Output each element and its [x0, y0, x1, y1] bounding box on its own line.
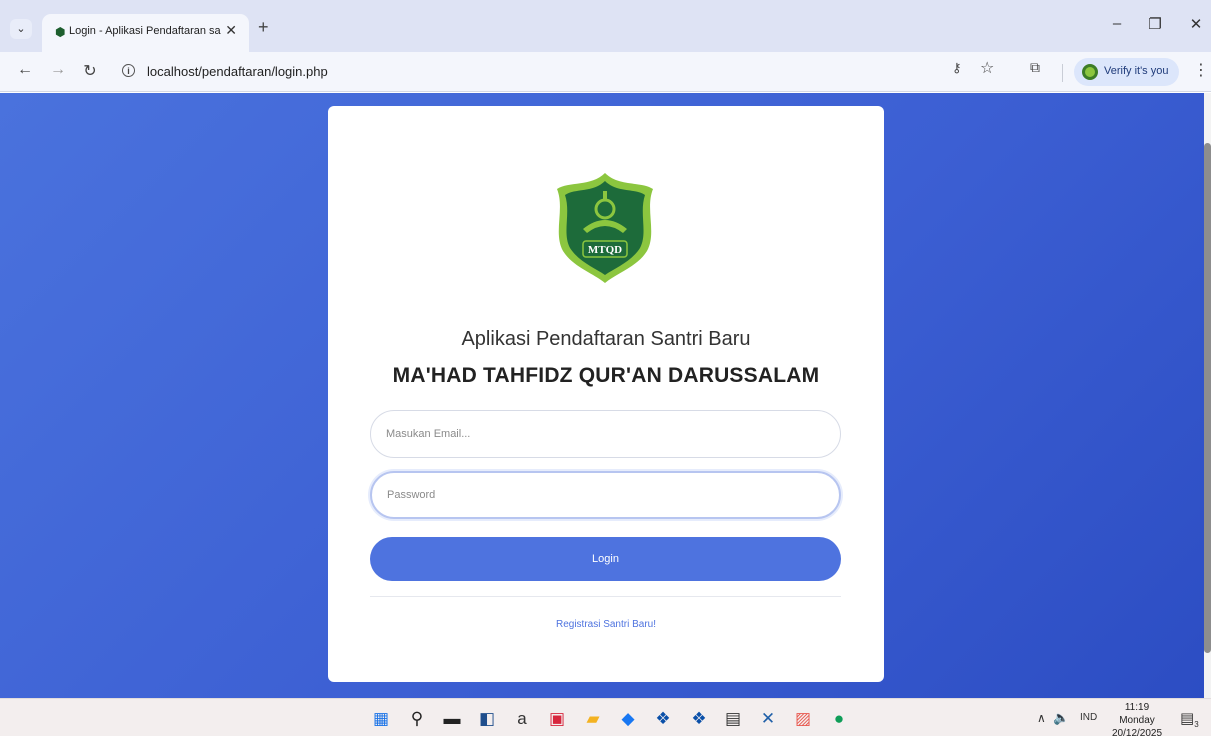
info-icon[interactable]: i: [122, 64, 135, 77]
password-field[interactable]: [370, 471, 841, 519]
dropbox-icon[interactable]: ❖: [652, 708, 674, 730]
url-text[interactable]: localhost/pendaftaran/login.php: [147, 64, 328, 79]
notification-icon[interactable]: ▤3: [1180, 709, 1199, 729]
star-icon[interactable]: ☆: [980, 58, 994, 78]
scrollbar-thumb[interactable]: [1204, 143, 1211, 653]
extensions-icon[interactable]: ⧉: [1030, 59, 1040, 76]
close-window-button[interactable]: ✕: [1186, 15, 1206, 33]
favicon-icon: ⬢: [55, 25, 66, 39]
divider: [370, 596, 841, 597]
browser-tab-bar: ⌄ ⬢ Login - Aplikasi Pendaftaran sa ✕ + …: [0, 0, 1211, 52]
reload-icon[interactable]: ↻: [80, 61, 100, 81]
new-tab-button[interactable]: +: [258, 17, 269, 38]
email-field[interactable]: [370, 410, 841, 458]
store-icon[interactable]: ◆: [617, 708, 639, 730]
browser-toolbar: ← → ↻ i localhost/pendaftaran/login.php …: [0, 52, 1211, 92]
chrome-icon[interactable]: ●: [828, 708, 850, 730]
speaker-icon[interactable]: 🔈: [1053, 710, 1069, 726]
briefcase-icon[interactable]: ▤: [722, 708, 744, 730]
key-icon[interactable]: ⚷: [952, 60, 962, 76]
logo-text: MTQD: [588, 244, 622, 256]
login-button[interactable]: Login: [370, 537, 841, 581]
amazon-icon[interactable]: a: [511, 708, 533, 730]
toolbar-divider: [1062, 64, 1063, 82]
wps-icon[interactable]: ▣: [546, 708, 568, 730]
login-card: MTQD Aplikasi Pendaftaran Santri Baru MA…: [328, 106, 884, 682]
calendar-app-icon[interactable]: ▨: [792, 708, 814, 730]
taskbar: ▦ ⚲ ▬ ◧ a ▣ ▰ ◆ ❖ ❖ ▤ ✕ ▨ ● ∧ 🔈 IND 11:1…: [0, 698, 1211, 736]
tray-expand-icon[interactable]: ∧: [1037, 711, 1046, 725]
verify-label: Verify it's you: [1104, 65, 1169, 77]
tab-menu-icon[interactable]: ⌄: [10, 19, 32, 39]
register-link[interactable]: Registrasi Santri Baru!: [328, 619, 884, 630]
language-indicator[interactable]: IND: [1080, 712, 1097, 723]
notification-count: 3: [1194, 720, 1199, 729]
forward-icon[interactable]: →: [48, 61, 68, 79]
profile-icon: [1082, 64, 1098, 80]
xampp-icon[interactable]: ✕: [757, 708, 779, 730]
clock-day: Monday: [1119, 715, 1155, 726]
widgets-icon[interactable]: ◧: [476, 708, 498, 730]
scrollbar[interactable]: [1204, 93, 1211, 698]
clock[interactable]: 11:19 Monday 20/12/2025: [1112, 701, 1162, 736]
menu-icon[interactable]: ⋮: [1193, 60, 1209, 80]
minimize-button[interactable]: –: [1107, 15, 1127, 32]
file-explorer-icon[interactable]: ▰: [582, 708, 604, 730]
tab-close-icon[interactable]: ✕: [225, 22, 237, 39]
browser-tab-active[interactable]: ⬢ Login - Aplikasi Pendaftaran sa ✕: [42, 14, 249, 52]
dropbox-icon-2[interactable]: ❖: [688, 708, 710, 730]
app-title: MA'HAD TAHFIDZ QUR'AN DARUSSALAM: [392, 364, 820, 387]
app-subtitle: Aplikasi Pendaftaran Santri Baru: [461, 328, 751, 350]
page-background: MTQD Aplikasi Pendaftaran Santri Baru MA…: [0, 93, 1211, 698]
clock-date: 20/12/2025: [1112, 728, 1163, 736]
task-view-icon[interactable]: ▬: [441, 708, 463, 730]
windows-start-icon[interactable]: ▦: [370, 708, 392, 730]
tab-title: Login - Aplikasi Pendaftaran sa: [69, 25, 221, 37]
clock-time: 11:19: [1124, 702, 1150, 713]
search-icon[interactable]: ⚲: [406, 708, 428, 730]
mtqd-logo: MTQD: [557, 173, 653, 283]
verify-button[interactable]: Verify it's you: [1074, 58, 1179, 86]
back-icon[interactable]: ←: [15, 61, 35, 79]
address-bar[interactable]: i localhost/pendaftaran/login.php: [112, 59, 1012, 85]
maximize-button[interactable]: ❐: [1145, 15, 1165, 33]
